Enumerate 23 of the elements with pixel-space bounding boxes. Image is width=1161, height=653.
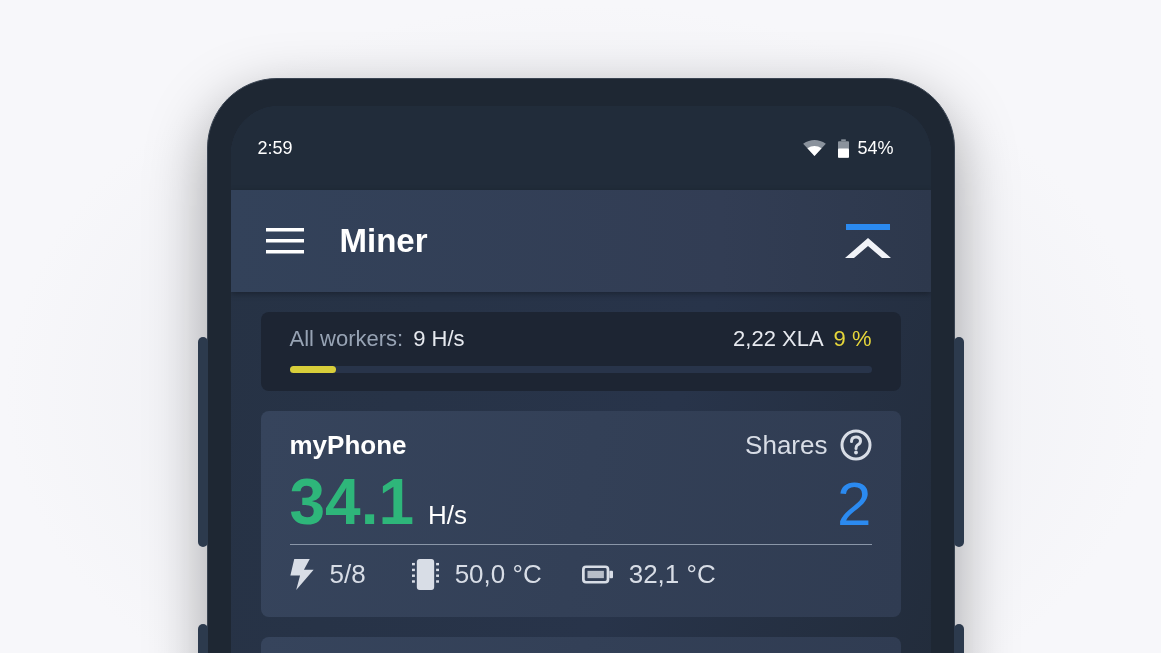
wifi-icon (803, 139, 827, 157)
hashrate-unit: H/s (428, 500, 468, 531)
shares-count: 2 (837, 471, 872, 537)
balance: 2,22 XLA (733, 326, 824, 352)
battery-percent: 54% (857, 137, 894, 159)
chip-icon (411, 559, 439, 591)
menu-icon[interactable] (265, 228, 304, 254)
progress-percent: 9 % (833, 326, 872, 352)
help-icon[interactable] (839, 429, 872, 461)
worker-name: myPhone (289, 429, 407, 461)
cpu-temperature: 50,0 °C (454, 559, 542, 591)
total-hashrate: 9 H/s (413, 326, 465, 352)
shares-label: Shares (745, 429, 828, 461)
battery-icon (581, 565, 613, 585)
workers-label: All workers: (289, 326, 404, 352)
threads-value: 5/8 (329, 559, 366, 591)
status-time: 2:59 (257, 137, 293, 159)
app-title: Miner (339, 222, 429, 260)
logo-icon (844, 224, 891, 258)
battery-temperature: 32,1 °C (628, 559, 716, 591)
worker-hashrate: 34.1 (289, 469, 415, 537)
lightning-icon (289, 559, 314, 591)
battery-icon (838, 138, 850, 158)
